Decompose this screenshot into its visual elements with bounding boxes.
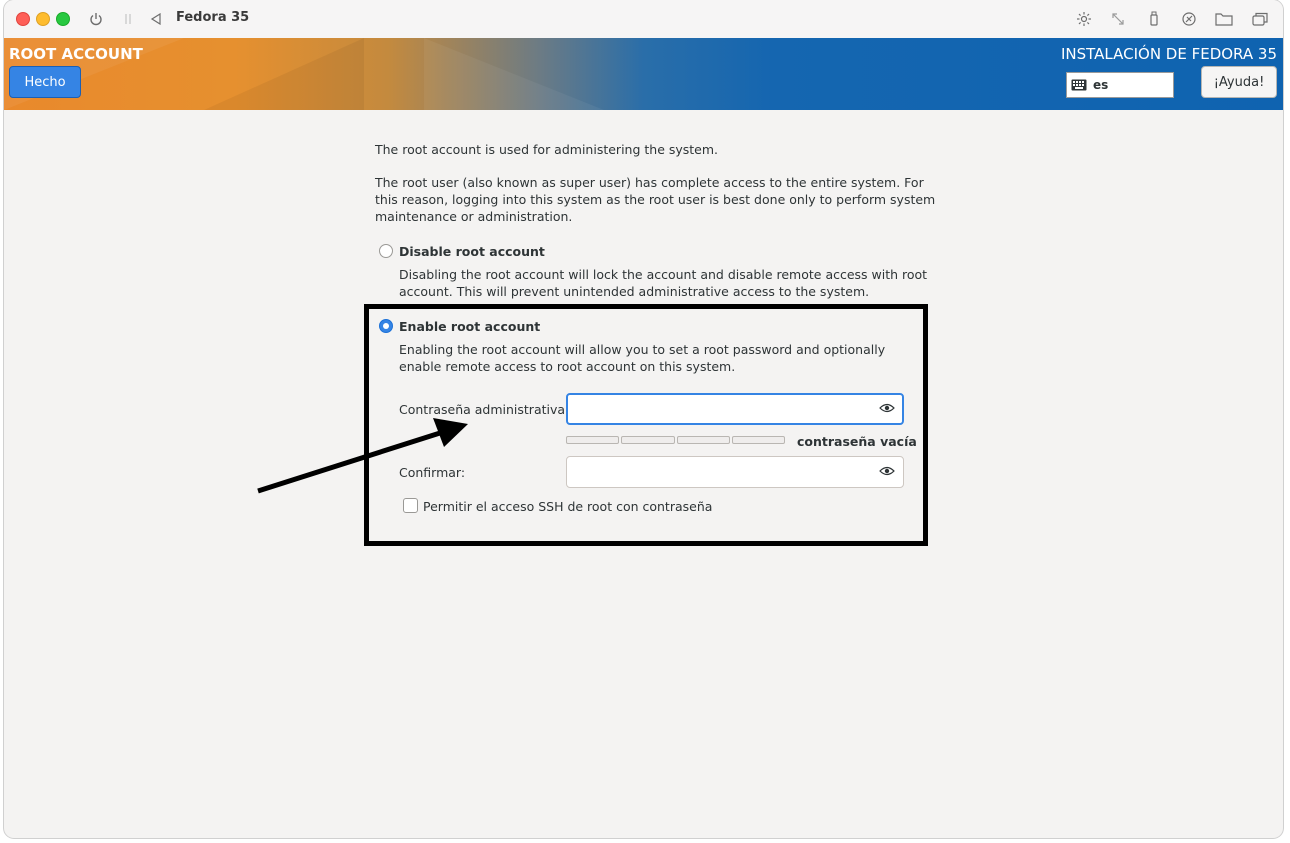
keyboard-layout-label: es bbox=[1093, 78, 1109, 92]
back-icon[interactable] bbox=[146, 9, 166, 29]
description-line-2: this reason, logging into this system as… bbox=[375, 192, 936, 207]
windows-icon[interactable] bbox=[1250, 9, 1270, 29]
help-button[interactable]: ¡Ayuda! bbox=[1201, 66, 1277, 98]
window-title: Fedora 35 bbox=[176, 10, 250, 25]
description-line-3: maintenance or administration. bbox=[375, 209, 573, 224]
vm-window: Fedora 35 ROOT ACCOUNT Hecho INSTALACIÓN… bbox=[4, 0, 1283, 838]
header-banner: ROOT ACCOUNT Hecho INSTALACIÓN DE FEDORA… bbox=[4, 38, 1283, 110]
description-line-1: The root user (also known as super user)… bbox=[375, 175, 924, 190]
keyboard-icon bbox=[1071, 79, 1087, 91]
power-icon[interactable] bbox=[86, 9, 106, 29]
title-bar: Fedora 35 bbox=[4, 0, 1283, 39]
installer-title: INSTALACIÓN DE FEDORA 35 bbox=[1060, 45, 1277, 63]
network-icon[interactable] bbox=[1179, 9, 1199, 29]
usb-icon[interactable] bbox=[1144, 9, 1164, 29]
pause-icon[interactable] bbox=[118, 9, 138, 29]
resize-icon[interactable] bbox=[1108, 9, 1128, 29]
keyboard-layout-indicator[interactable]: es bbox=[1066, 72, 1174, 98]
disable-root-help-1: Disabling the root account will lock the… bbox=[399, 267, 928, 282]
done-button[interactable]: Hecho bbox=[9, 66, 81, 98]
disable-root-radio[interactable] bbox=[379, 244, 393, 258]
zoom-window-button[interactable] bbox=[56, 12, 70, 26]
disable-root-help-2: account. This will prevent unintended ad… bbox=[399, 284, 870, 299]
disable-root-label[interactable]: Disable root account bbox=[399, 243, 545, 260]
minimize-window-button[interactable] bbox=[36, 12, 50, 26]
annotation-highlight-box bbox=[364, 304, 928, 546]
brightness-icon[interactable] bbox=[1074, 9, 1094, 29]
intro-text: The root account is used for administeri… bbox=[375, 142, 719, 157]
page-title: ROOT ACCOUNT bbox=[9, 45, 143, 63]
close-window-button[interactable] bbox=[16, 12, 30, 26]
folder-icon[interactable] bbox=[1214, 9, 1234, 29]
